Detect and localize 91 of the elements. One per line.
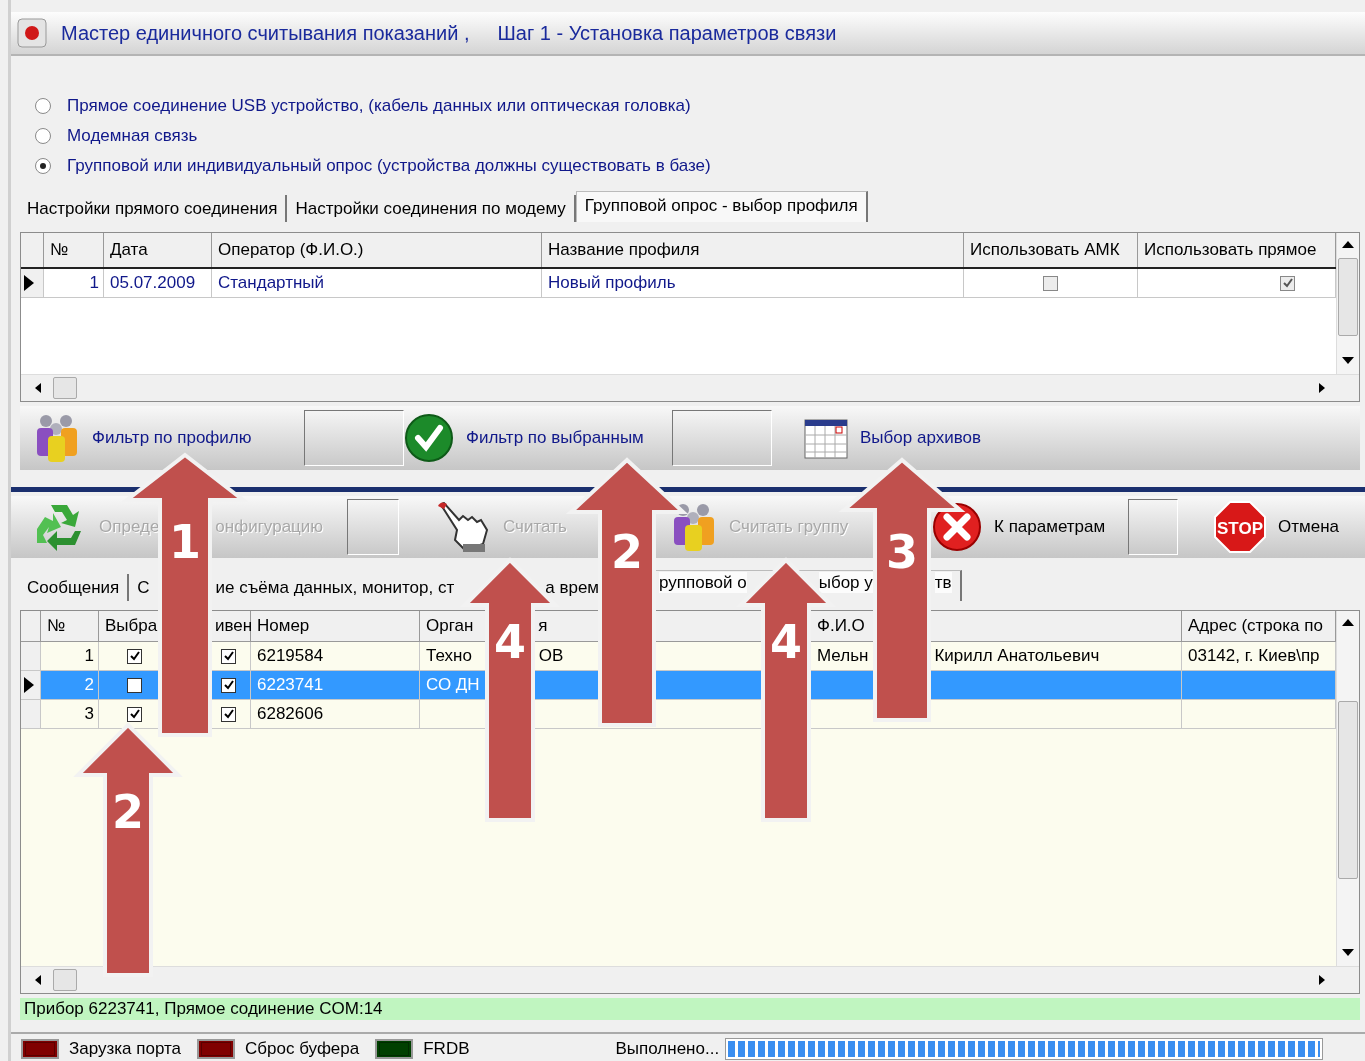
column-header[interactable]: Использовать прямое xyxy=(1144,240,1317,259)
radio-button[interactable] xyxy=(35,98,51,114)
scroll-down-icon[interactable] xyxy=(1342,949,1354,956)
tab[interactable]: Групповой опрос - выбор профиля xyxy=(575,191,868,222)
scrollbar-thumb[interactable] xyxy=(53,377,77,399)
table-cell: 3 xyxy=(41,700,99,728)
checkbox[interactable] xyxy=(127,677,142,693)
row-header[interactable] xyxy=(21,671,41,699)
tab-label[interactable]: рупповой о xyxy=(659,572,747,593)
table-cell: 6223741 xyxy=(251,671,420,699)
column-header[interactable]: Орган xyxy=(426,616,474,635)
scroll-right-icon[interactable] xyxy=(1319,383,1325,393)
calendar-icon xyxy=(804,417,848,459)
horizontal-scrollbar[interactable] xyxy=(21,966,1359,993)
people-icon xyxy=(34,413,80,463)
button-label[interactable]: Фильтр по профилю xyxy=(92,428,252,447)
table-cell: 1 xyxy=(44,269,104,297)
table-cell: Новый профиль xyxy=(542,269,964,297)
checkbox[interactable] xyxy=(1043,275,1058,291)
cell-text: Техно xyxy=(426,645,472,667)
scroll-up-icon[interactable] xyxy=(1342,619,1354,626)
table-cell: 1 xyxy=(41,642,99,670)
table-cell: 05.07.2009 xyxy=(104,269,212,297)
table-cell: 6219584 xyxy=(251,642,420,670)
cell-text: Мельн xyxy=(817,645,869,667)
empty-panel xyxy=(1128,499,1178,555)
radio-label[interactable]: Модемная связь xyxy=(67,126,198,146)
scroll-right-icon[interactable] xyxy=(1319,975,1325,985)
people-icon xyxy=(671,502,717,552)
radio-button[interactable] xyxy=(35,158,51,174)
radio-button[interactable] xyxy=(35,128,51,144)
cell-text: ОВ xyxy=(538,645,564,667)
hand-icon xyxy=(435,500,491,554)
vertical-scrollbar[interactable] xyxy=(1336,611,1359,966)
cell-text: СО ДН xyxy=(426,674,480,696)
scrollbar-thumb[interactable] xyxy=(1338,701,1358,879)
column-header[interactable]: Адрес (строка по xyxy=(1188,616,1323,635)
status-text: Прибор 6223741, Прямое содинение COM:14 xyxy=(20,998,1360,1020)
column-header[interactable]: № xyxy=(50,240,69,259)
column-header[interactable]: Дата xyxy=(110,240,148,259)
tab-label[interactable]: а врем xyxy=(545,577,600,598)
tab-label[interactable]: Сообщения xyxy=(27,577,120,598)
checkbox[interactable] xyxy=(221,677,236,693)
column-header[interactable]: Выбра xyxy=(105,616,158,635)
scroll-left-icon[interactable] xyxy=(35,383,41,393)
tab-label[interactable]: ие съёма данных, монитор, ст xyxy=(215,577,455,598)
scroll-up-icon[interactable] xyxy=(1342,241,1354,248)
scrollbar-thumb[interactable] xyxy=(53,969,77,991)
radio-label[interactable]: Групповой или индивидуальный опрос (устройства должны существовать в базе) xyxy=(67,156,711,176)
checkbox[interactable] xyxy=(221,648,236,664)
stop-sign-icon: STOP xyxy=(1214,501,1266,553)
indicator-label: Зарузка порта xyxy=(69,1039,182,1059)
checkbox[interactable] xyxy=(221,706,236,722)
column-header[interactable]: Использовать АМК xyxy=(970,240,1120,259)
button-label[interactable]: Отмена xyxy=(1278,517,1339,536)
step-title: Шаг 1 - Установка параметров связи xyxy=(497,21,837,45)
table-cell: 6282606 xyxy=(251,700,420,728)
table-cell: Стандартный xyxy=(212,269,542,297)
cell-text: Кирилл Анатольевич xyxy=(934,645,1100,667)
check-icon xyxy=(404,413,454,463)
row-header[interactable] xyxy=(21,269,44,297)
scroll-down-icon[interactable] xyxy=(1342,357,1354,364)
cell-text: 03142, г. Киев\пр xyxy=(1188,645,1320,667)
checkbox[interactable] xyxy=(127,706,142,722)
indicator-label: Сброс буфера xyxy=(245,1039,360,1059)
button-label[interactable]: Фильтр по выбранным xyxy=(466,428,644,447)
vertical-scrollbar[interactable] xyxy=(1336,233,1359,374)
scrollbar-thumb[interactable] xyxy=(1338,258,1358,336)
window-title: Мастер единичного считывания показаний , xyxy=(61,21,470,45)
column-header[interactable]: ивен xyxy=(215,616,253,635)
column-header[interactable]: Ф.И.О xyxy=(817,616,865,635)
horizontal-scrollbar[interactable] xyxy=(21,374,1359,401)
button-label[interactable]: Выбор архивов xyxy=(860,428,981,447)
table-cell: 2 xyxy=(41,671,99,699)
checkbox[interactable] xyxy=(127,648,142,664)
column-header[interactable]: я xyxy=(538,616,548,635)
tab-label[interactable]: С xyxy=(137,577,150,598)
progress-label: Выполнено... xyxy=(615,1039,720,1059)
empty-panel xyxy=(347,499,399,555)
checkbox[interactable] xyxy=(1280,275,1295,291)
column-header[interactable]: Название профиля xyxy=(548,240,700,259)
radio-label[interactable]: Прямое соединение USB устройство, (кабель данных или оптическая головка) xyxy=(67,96,691,116)
indicator-label: FRDB xyxy=(423,1039,470,1059)
column-header[interactable]: Оператор (Ф.И.О.) xyxy=(218,240,364,259)
record-icon xyxy=(17,18,47,48)
button-label[interactable]: К параметрам xyxy=(994,517,1106,536)
tab-label[interactable]: ыбор у xyxy=(818,572,873,593)
column-header[interactable]: Номер xyxy=(257,616,310,635)
tab-label[interactable]: тв xyxy=(934,572,952,593)
column-header[interactable]: № xyxy=(47,616,66,635)
scroll-left-icon[interactable] xyxy=(35,975,41,985)
